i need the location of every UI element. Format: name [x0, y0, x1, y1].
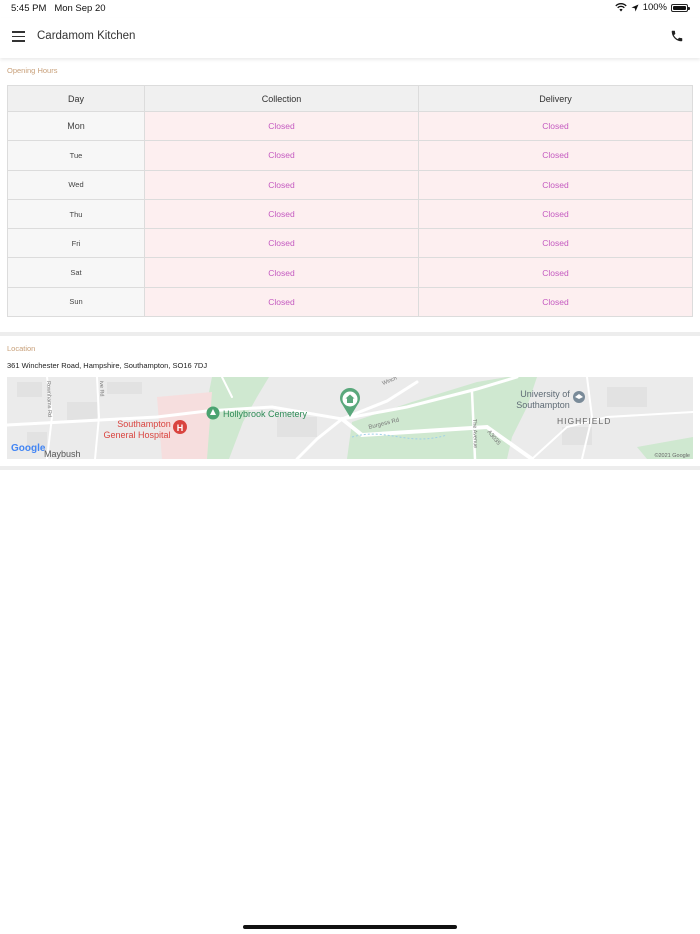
table-header-row: Day Collection Delivery	[7, 85, 693, 112]
wifi-icon	[615, 3, 627, 12]
opening-hours-table: Day Collection Delivery Mon Closed Close…	[7, 85, 693, 318]
section-divider	[0, 466, 700, 470]
section-divider	[0, 332, 700, 336]
collection-status: Closed	[144, 257, 419, 288]
address-text: 361 Winchester Road, Hampshire, Southamp…	[7, 361, 208, 370]
menu-button[interactable]	[12, 31, 25, 42]
collection-status: Closed	[144, 286, 419, 318]
location-arrow-icon	[631, 4, 639, 11]
map-label-area: Maybush	[44, 449, 81, 459]
app-title: Cardamom Kitchen	[37, 30, 136, 42]
opening-hours-label: Opening Hours	[7, 66, 58, 75]
map-road-label: The Avenue	[471, 419, 478, 448]
day-cell: Tue	[7, 140, 145, 171]
map-copyright: ©2021 Google	[654, 452, 690, 459]
battery-percent: 100%	[642, 2, 667, 13]
call-button[interactable]	[670, 29, 686, 45]
table-row: Thu Closed Closed	[7, 198, 693, 230]
hospital-marker-icon: H	[173, 420, 187, 434]
table-row: Mon Closed Closed	[7, 110, 693, 142]
location-map[interactable]: H Southampton General Hospital Hollybroo…	[7, 377, 693, 459]
map-label-university: University of	[520, 389, 570, 399]
day-cell: Fri	[7, 228, 145, 259]
day-cell: Thu	[7, 198, 145, 230]
location-label: Location	[7, 344, 36, 353]
day-cell: Wed	[7, 169, 145, 200]
status-time-date: 5:45 PM Mon Sep 20	[11, 3, 106, 14]
day-cell: Sun	[7, 286, 145, 318]
battery-icon	[671, 3, 690, 12]
header-collection: Collection	[144, 85, 419, 112]
delivery-status: Closed	[418, 198, 693, 230]
collection-status: Closed	[144, 169, 419, 200]
app-bar: Cardamom Kitchen	[0, 18, 700, 58]
day-cell: Sat	[7, 257, 145, 288]
university-marker-icon	[573, 391, 585, 403]
header-day: Day	[7, 85, 145, 112]
table-row: Fri Closed Closed	[7, 228, 693, 259]
collection-status: Closed	[144, 228, 419, 259]
map-road-label: Rownhams Rd	[45, 381, 52, 417]
collection-status: Closed	[144, 198, 419, 230]
google-logo: Google	[11, 443, 46, 454]
day-cell: Mon	[7, 110, 145, 142]
delivery-status: Closed	[418, 110, 693, 142]
delivery-status: Closed	[418, 257, 693, 288]
map-road-label: ive Rd	[98, 381, 105, 397]
map-label-hospital: General Hospital	[103, 430, 170, 440]
map-label-hospital: Southampton	[117, 419, 171, 429]
map-canvas: H Southampton General Hospital Hollybroo…	[7, 377, 693, 459]
home-indicator[interactable]	[243, 925, 457, 929]
svg-text:H: H	[177, 423, 184, 433]
phone-icon	[671, 30, 683, 42]
collection-status: Closed	[144, 110, 419, 142]
header-delivery: Delivery	[418, 85, 693, 112]
map-label-university: Southampton	[516, 400, 570, 410]
status-bar: 5:45 PM Mon Sep 20 100%	[0, 0, 700, 18]
cemetery-marker-icon	[206, 406, 220, 420]
status-indicators: 100%	[615, 2, 690, 13]
table-row: Sat Closed Closed	[7, 257, 693, 288]
table-row: Tue Closed Closed	[7, 140, 693, 171]
table-row: Wed Closed Closed	[7, 169, 693, 200]
delivery-status: Closed	[418, 140, 693, 171]
map-label-cemetery: Hollybrook Cemetery	[223, 409, 308, 419]
map-label-district: HIGHFIELD	[557, 416, 611, 426]
table-row: Sun Closed Closed	[7, 286, 693, 318]
delivery-status: Closed	[418, 169, 693, 200]
collection-status: Closed	[144, 140, 419, 171]
delivery-status: Closed	[418, 286, 693, 318]
delivery-status: Closed	[418, 228, 693, 259]
